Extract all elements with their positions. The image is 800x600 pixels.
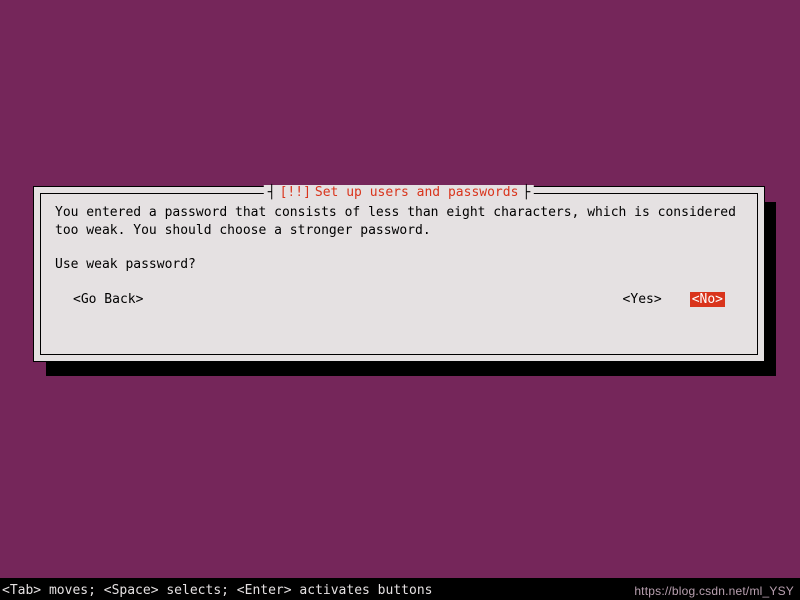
- dialog-panel: ┤ [!!] Set up users and passwords ├ You …: [33, 186, 765, 362]
- footer-watermark: https://blog.csdn.net/ml_YSY: [634, 584, 794, 598]
- button-spacer: [143, 292, 622, 307]
- title-bracket-right: ├: [522, 185, 530, 200]
- footer-bar: <Tab> moves; <Space> selects; <Enter> ac…: [0, 578, 800, 600]
- dialog-body-text: You entered a password that consists of …: [55, 204, 743, 239]
- dialog-question: Use weak password?: [55, 256, 743, 274]
- button-row: <Go Back> <Yes> <No>: [55, 292, 743, 307]
- title-prefix: [!!]: [280, 185, 311, 200]
- dialog-title: ┤ [!!] Set up users and passwords ├: [264, 185, 534, 200]
- dialog-inner: ┤ [!!] Set up users and passwords ├ You …: [40, 193, 758, 355]
- no-button[interactable]: <No>: [690, 292, 725, 307]
- footer-hint: <Tab> moves; <Space> selects; <Enter> ac…: [2, 583, 432, 598]
- title-text: Set up users and passwords: [315, 185, 519, 200]
- yes-button[interactable]: <Yes>: [623, 292, 662, 307]
- go-back-button[interactable]: <Go Back>: [73, 292, 143, 307]
- title-bracket-left: ┤: [268, 185, 276, 200]
